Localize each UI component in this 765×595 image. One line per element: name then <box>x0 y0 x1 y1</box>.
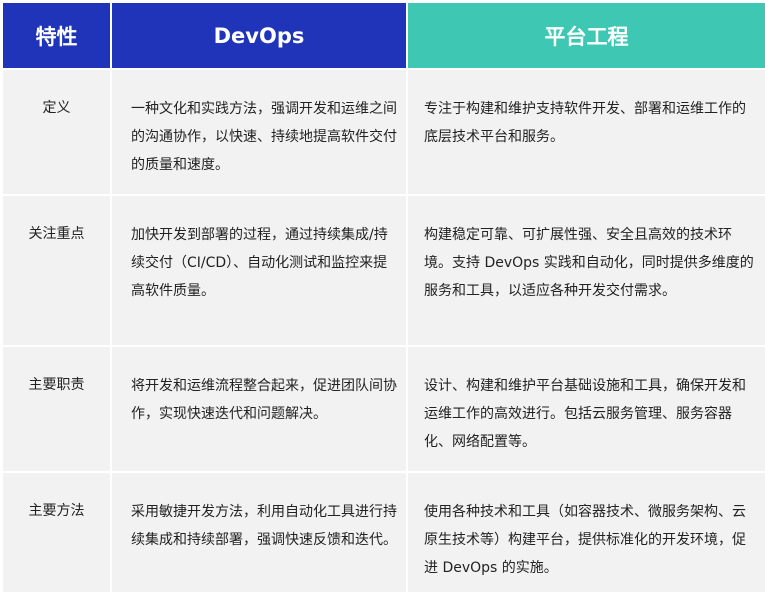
column-divider <box>406 347 408 471</box>
feature-cell: 主要职责 <box>28 377 85 393</box>
table-row: 主要职责 将开发和运维流程整合起来，促进团队间协作，实现快速迭代和问题解决。 设… <box>3 347 765 471</box>
column-divider <box>406 196 408 345</box>
header-devops: DevOps <box>112 3 406 68</box>
devops-cell: 采用敏捷开发方法，利用自动化工具进行持续集成和持续部署，强调快速反馈和迭代。 <box>131 504 397 548</box>
devops-cell: 将开发和运维流程整合起来，促进团队间协作，实现快速迭代和问题解决。 <box>131 378 397 422</box>
devops-cell: 加快开发到部署的过程，通过持续集成/持续交付（CI/CD）、自动化测试和监控来提… <box>131 227 388 299</box>
feature-cell: 定义 <box>42 100 71 116</box>
devops-cell: 一种文化和实践方法，强调开发和运维之间的沟通协作，以快速、持续地提高软件交付的质… <box>131 101 397 173</box>
column-divider <box>110 347 112 471</box>
column-divider <box>110 70 112 194</box>
table-row: 关注重点 加快开发到部署的过程，通过持续集成/持续交付（CI/CD）、自动化测试… <box>3 196 765 345</box>
feature-cell: 主要方法 <box>28 503 85 519</box>
header-feature: 特性 <box>3 3 110 68</box>
header-platform-engineering: 平台工程 <box>408 3 765 68</box>
column-divider <box>406 473 408 592</box>
platform-cell: 构建稳定可靠、可扩展性强、安全且高效的技术环境。支持 DevOps 实践和自动化… <box>424 227 754 299</box>
table-row: 主要方法 采用敏捷开发方法，利用自动化工具进行持续集成和持续部署，强调快速反馈和… <box>3 473 765 592</box>
column-divider <box>110 196 112 345</box>
platform-cell: 专注于构建和维护支持软件开发、部署和运维工作的底层技术平台和服务。 <box>424 101 746 145</box>
table-row: 定义 一种文化和实践方法，强调开发和运维之间的沟通协作，以快速、持续地提高软件交… <box>3 70 765 194</box>
platform-cell: 使用各种技术和工具（如容器技术、微服务架构、云原生技术等）构建平台，提供标准化的… <box>424 504 746 576</box>
platform-cell: 设计、构建和维护平台基础设施和工具，确保开发和运维工作的高效进行。包括云服务管理… <box>424 378 746 450</box>
column-divider <box>110 473 112 592</box>
column-divider <box>406 70 408 194</box>
comparison-table: 特性 DevOps 平台工程 定义 一种文化和实践方法，强调开发和运维之间的沟通… <box>3 3 765 592</box>
feature-cell: 关注重点 <box>28 226 85 242</box>
